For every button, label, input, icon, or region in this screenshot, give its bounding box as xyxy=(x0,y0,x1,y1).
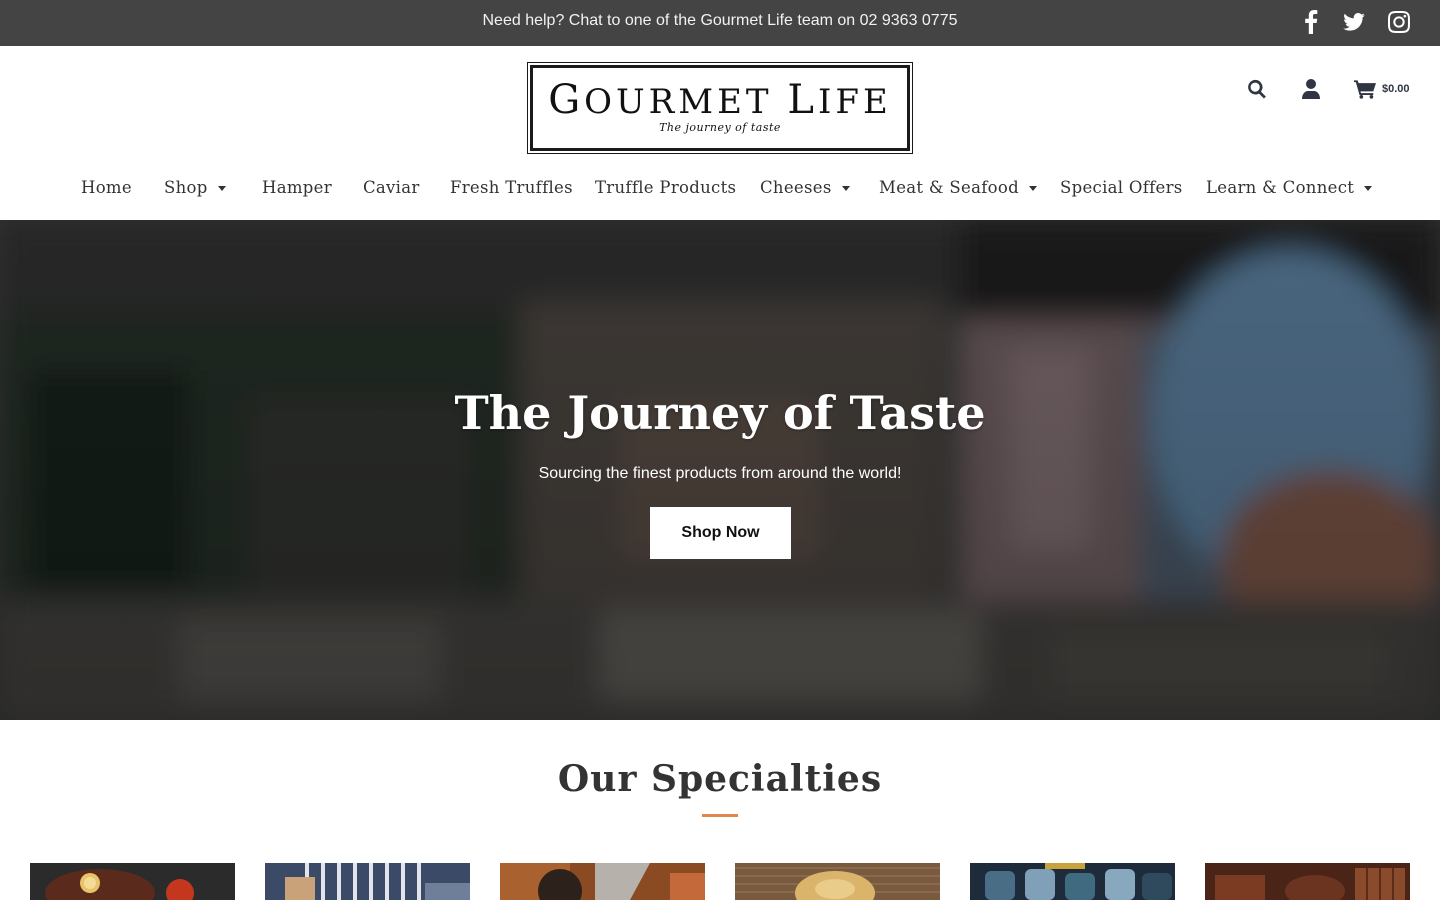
specialty-card-cheeses[interactable] xyxy=(735,863,940,900)
site-header: GOURMET LIFE The journey of taste $0.00 … xyxy=(0,46,1440,220)
help-text: Need help? Chat to one of the Gourmet Li… xyxy=(482,12,958,29)
specialties-title: Our Specialties xyxy=(557,758,883,800)
nav-item-learn-connect[interactable]: Learn & Connect xyxy=(1206,174,1373,202)
search-icon[interactable] xyxy=(1246,76,1268,102)
nav-item-meat-seafood[interactable]: Meat & Seafood xyxy=(879,174,1037,202)
specialty-image xyxy=(265,863,470,900)
cart-icon xyxy=(1354,79,1376,99)
twitter-icon[interactable] xyxy=(1340,8,1368,36)
top-announcement-bar: Need help? Chat to one of the Gourmet Li… xyxy=(0,0,1440,46)
main-navigation: Home Shop Hamper Caviar Fresh Truffles T… xyxy=(0,174,1440,204)
nav-item-special-offers[interactable]: Special Offers xyxy=(1060,174,1183,202)
specialty-image xyxy=(1205,863,1410,900)
nav-item-cheeses[interactable]: Cheeses xyxy=(760,174,850,202)
nav-item-caviar[interactable]: Caviar xyxy=(363,174,420,202)
nav-item-truffle-products[interactable]: Truffle Products xyxy=(595,174,736,202)
specialty-image xyxy=(970,863,1175,900)
specialty-card-hamper[interactable] xyxy=(265,863,470,900)
hero-banner: The Journey of Taste Sourcing the finest… xyxy=(0,220,1440,720)
nav-item-shop[interactable]: Shop xyxy=(164,174,226,202)
site-logo[interactable]: GOURMET LIFE The journey of taste xyxy=(527,62,913,154)
nav-item-hamper[interactable]: Hamper xyxy=(262,174,332,202)
specialty-card-truffles[interactable] xyxy=(500,863,705,900)
chevron-down-icon xyxy=(1028,186,1037,191)
hero-subtitle: Sourcing the finest products from around… xyxy=(538,465,902,482)
section-divider xyxy=(702,814,738,817)
hero-title: The Journey of Taste xyxy=(454,386,986,440)
logo-title: GOURMET LIFE xyxy=(548,77,892,123)
nav-item-home[interactable]: Home xyxy=(81,174,132,202)
logo-tagline: The journey of taste xyxy=(659,121,781,134)
cart-amount: $0.00 xyxy=(1382,83,1410,95)
specialty-card-caviar[interactable] xyxy=(30,863,235,900)
specialty-image xyxy=(500,863,705,900)
facebook-icon[interactable] xyxy=(1297,8,1325,36)
specialty-card-chocolate[interactable] xyxy=(1205,863,1410,900)
chevron-down-icon xyxy=(841,186,850,191)
chevron-down-icon xyxy=(1364,186,1373,191)
user-icon[interactable] xyxy=(1302,76,1320,102)
chevron-down-icon xyxy=(217,186,226,191)
specialty-image xyxy=(735,863,940,900)
specialty-card-seafood[interactable] xyxy=(970,863,1175,900)
specialty-image xyxy=(30,863,235,900)
cart-button[interactable]: $0.00 xyxy=(1354,76,1410,102)
shop-now-button[interactable]: Shop Now xyxy=(650,507,791,559)
nav-item-fresh-truffles[interactable]: Fresh Truffles xyxy=(450,174,573,202)
instagram-icon[interactable] xyxy=(1385,8,1413,36)
